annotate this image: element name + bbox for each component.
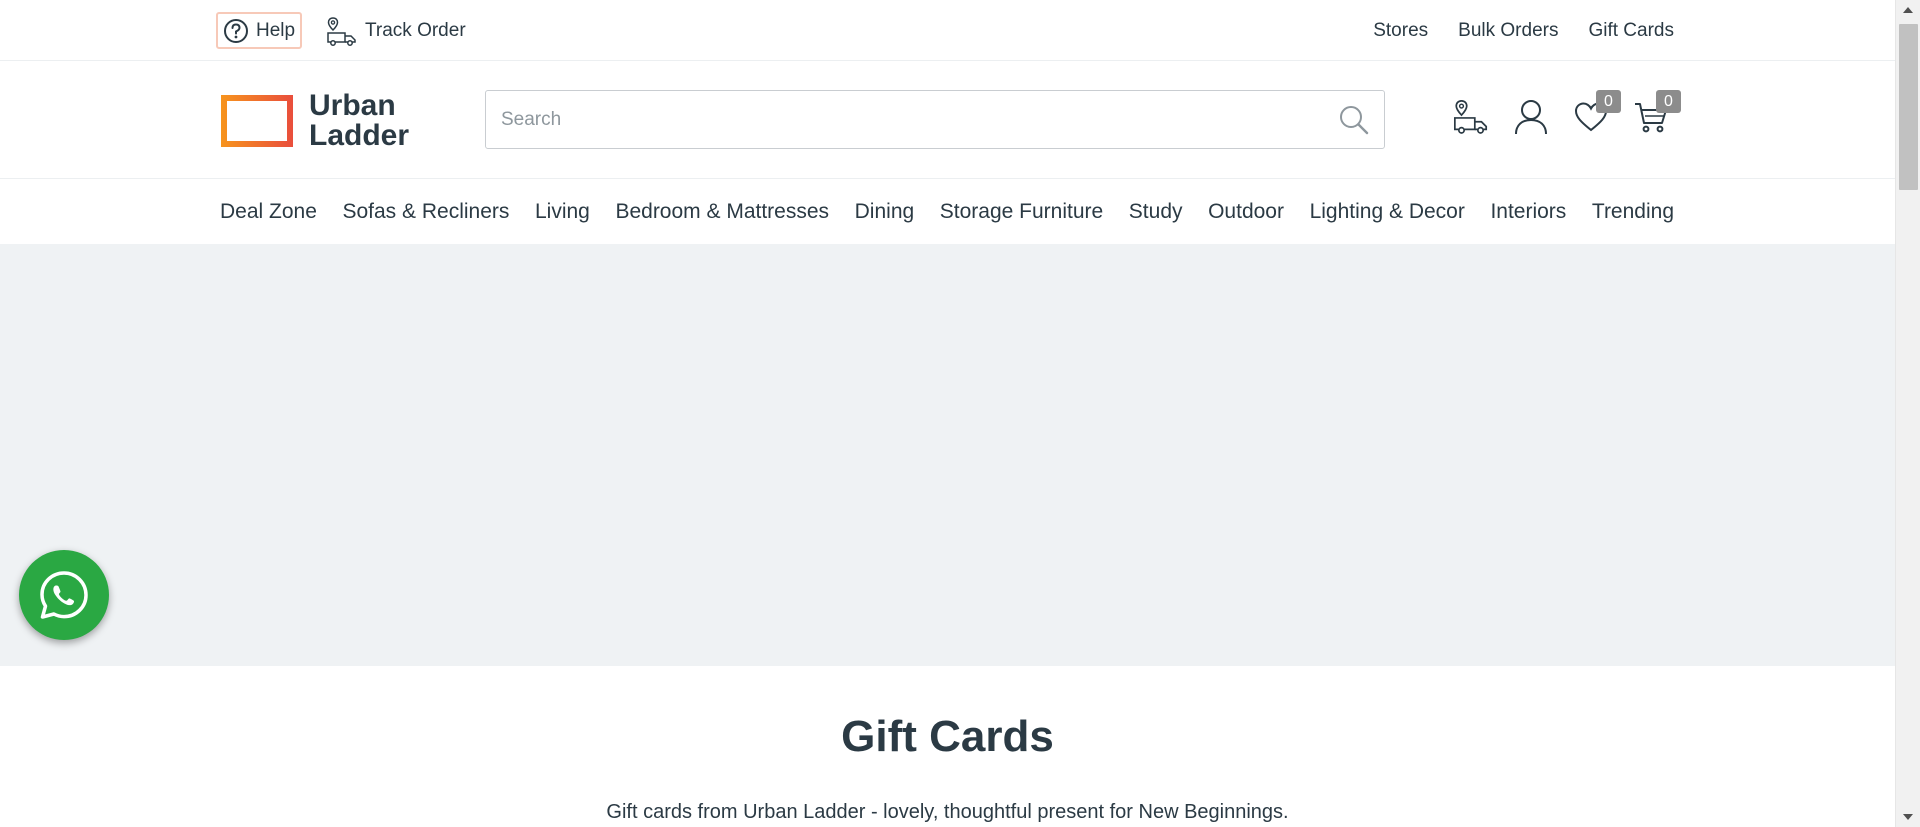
page: Help Track Order Stores Bulk Orders Gift… — [0, 0, 1920, 827]
wishlist-button[interactable]: 0 — [1572, 90, 1621, 137]
logo-line-1: Urban — [309, 89, 396, 122]
gift-cards-link[interactable]: Gift Cards — [1588, 20, 1674, 42]
scroll-down-arrow[interactable] — [1903, 814, 1913, 820]
track-order-label: Track Order — [365, 19, 466, 41]
scroll-up-arrow[interactable] — [1903, 7, 1913, 13]
logo-line-2: Ladder — [309, 119, 410, 152]
page-scrollbar[interactable] — [1895, 0, 1920, 827]
help-button[interactable]: Help — [216, 12, 303, 49]
utility-bar: Help Track Order Stores Bulk Orders Gift… — [0, 0, 1895, 61]
logo-text: Urban Ladder — [309, 91, 409, 151]
header-icons: 0 0 — [1452, 90, 1681, 137]
user-icon — [1515, 100, 1547, 135]
store-locator-button[interactable] — [1452, 97, 1490, 137]
logo[interactable]: Urban Ladder — [219, 91, 409, 151]
track-order-link[interactable]: Track Order — [326, 12, 466, 49]
search-input[interactable] — [486, 91, 1324, 148]
page-description: Gift cards from Urban Ladder - lovely, t… — [606, 801, 1289, 823]
nav-bedroom-mattresses[interactable]: Bedroom & Mattresses — [615, 200, 829, 224]
delivery-truck-icon — [327, 16, 356, 46]
search-button[interactable] — [1324, 91, 1384, 148]
bulk-orders-link[interactable]: Bulk Orders — [1458, 20, 1558, 42]
nav-study[interactable]: Study — [1129, 200, 1183, 224]
nav-outdoor[interactable]: Outdoor — [1208, 200, 1284, 224]
stores-link[interactable]: Stores — [1373, 20, 1428, 42]
whatsapp-button[interactable] — [19, 550, 109, 640]
cart-count-badge: 0 — [1656, 90, 1681, 113]
nav-sofas-recliners[interactable]: Sofas & Recliners — [342, 200, 509, 224]
nav-lighting-decor[interactable]: Lighting & Decor — [1310, 200, 1465, 224]
nav-living[interactable]: Living — [535, 200, 590, 224]
nav-deal-zone[interactable]: Deal Zone — [220, 200, 317, 224]
utility-links: Stores Bulk Orders Gift Cards — [1373, 12, 1674, 49]
wishlist-count-badge: 0 — [1596, 90, 1621, 113]
magnifier-icon — [1340, 105, 1369, 134]
page-content: Help Track Order Stores Bulk Orders Gift… — [0, 0, 1895, 827]
nav-dining[interactable]: Dining — [855, 200, 915, 224]
cart-button[interactable]: 0 — [1632, 90, 1681, 137]
main-header: Urban Ladder Search 0 0 — [0, 61, 1895, 179]
profile-button[interactable] — [1512, 97, 1550, 137]
help-label: Help — [256, 19, 296, 41]
nav-storage-furniture[interactable]: Storage Furniture — [940, 200, 1103, 224]
scrollbar-thumb[interactable] — [1899, 24, 1918, 190]
logo-mark-icon — [221, 95, 293, 147]
whatsapp-icon — [40, 571, 88, 619]
hero-banner — [0, 244, 1895, 666]
nav-trending[interactable]: Trending — [1592, 200, 1674, 224]
location-truck-icon — [1453, 99, 1488, 134]
search-box — [485, 90, 1385, 149]
page-title: Gift Cards — [841, 712, 1054, 761]
question-circle-icon — [224, 18, 248, 43]
category-nav: Deal Zone Sofas & Recliners Living Bedro… — [0, 179, 1895, 244]
nav-interiors[interactable]: Interiors — [1490, 200, 1566, 224]
